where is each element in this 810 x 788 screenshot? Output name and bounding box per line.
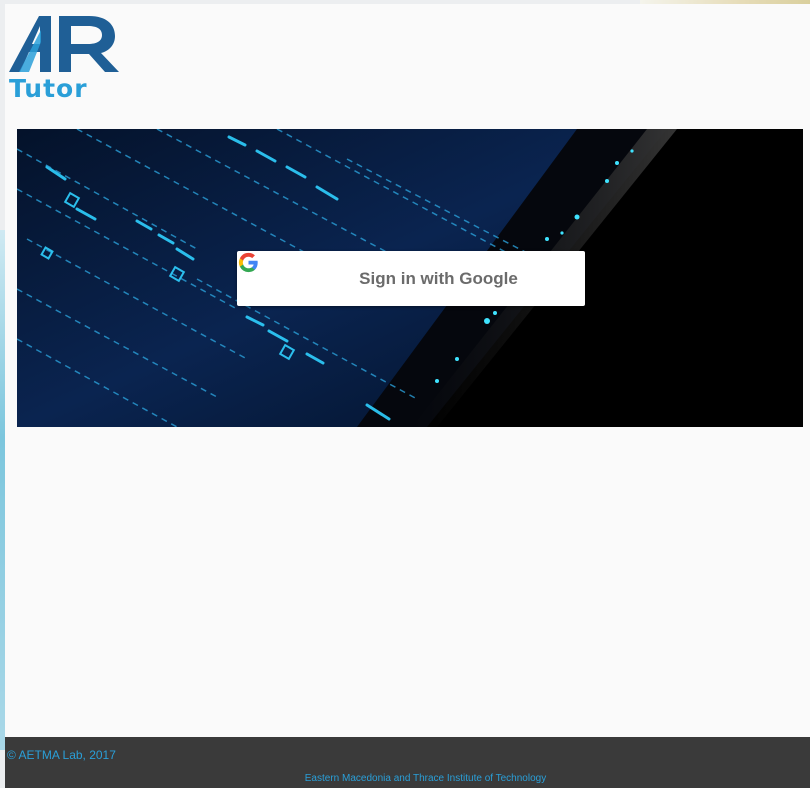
footer: © AETMA Lab, 2017 Eastern Macedonia and … <box>5 737 810 788</box>
hero-banner: Sign in with Google <box>17 129 803 427</box>
google-sign-in-button[interactable]: Sign in with Google <box>237 251 585 306</box>
copyright-text: © AETMA Lab, 2017 <box>7 748 116 762</box>
institute-name: Eastern Macedonia and Thrace Institute o… <box>304 773 547 784</box>
login-page: Tutor Sign in with Google © AETMA Lab, 2… <box>5 4 810 788</box>
logo-wordmark: Tutor <box>9 74 88 103</box>
ar-logo-mark <box>9 16 119 72</box>
ar-tutor-logo: Tutor <box>7 12 123 103</box>
google-sign-in-label: Sign in with Google <box>359 268 518 288</box>
